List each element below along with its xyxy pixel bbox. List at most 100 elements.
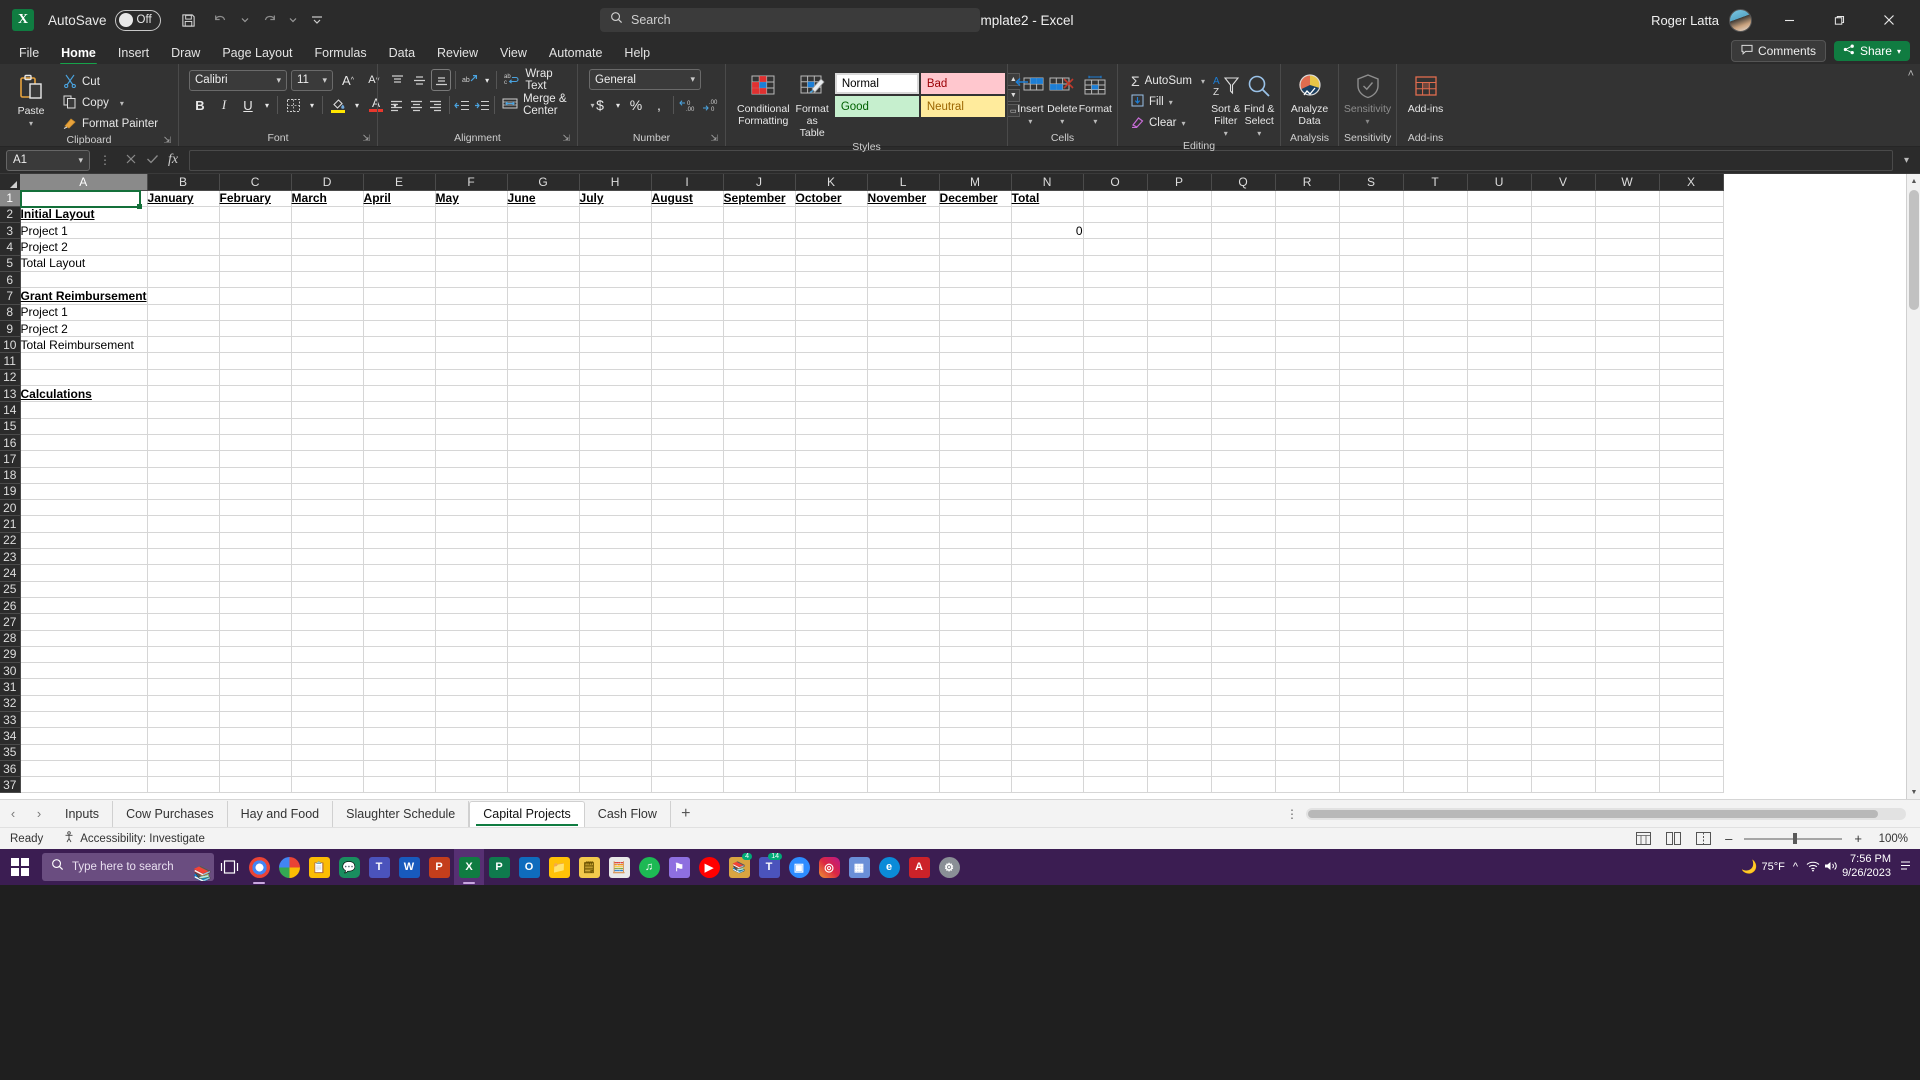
cell-X33[interactable] — [1659, 711, 1724, 729]
cell-N10[interactable] — [1011, 336, 1084, 354]
cell-R32[interactable] — [1275, 695, 1340, 713]
cell-U27[interactable] — [1467, 613, 1532, 631]
cell-Q20[interactable] — [1211, 499, 1276, 517]
cell-D6[interactable] — [291, 271, 364, 289]
cell-C30[interactable] — [219, 662, 292, 680]
cell-J17[interactable] — [723, 450, 796, 468]
cell-H26[interactable] — [579, 597, 652, 615]
cell-O23[interactable] — [1083, 548, 1148, 566]
cell-K9[interactable] — [795, 320, 868, 338]
zoom-level[interactable]: 100% — [1874, 833, 1908, 845]
cell-W10[interactable] — [1595, 336, 1660, 354]
cell-V12[interactable] — [1531, 369, 1596, 387]
cell-N15[interactable] — [1011, 418, 1084, 435]
row-header-25[interactable]: 25 — [0, 581, 21, 598]
cell-T11[interactable] — [1403, 352, 1468, 370]
cell-M10[interactable] — [939, 336, 1012, 354]
redo-dropdown-caret[interactable] — [287, 7, 299, 33]
cell-V35[interactable] — [1531, 744, 1596, 761]
cell-U14[interactable] — [1467, 401, 1532, 419]
tray-chevron-icon[interactable]: ^ — [1789, 861, 1802, 873]
cell-J1[interactable]: September — [723, 190, 796, 207]
cell-P1[interactable] — [1147, 190, 1212, 207]
cell-F1[interactable]: May — [435, 190, 508, 207]
column-header-e[interactable]: E — [363, 174, 436, 191]
cell-B24[interactable] — [147, 564, 220, 582]
cell-style-bad[interactable]: Bad — [920, 73, 1005, 94]
cell-Q7[interactable] — [1211, 287, 1276, 305]
cell-I10[interactable] — [651, 336, 724, 354]
sheet-tab-hay-and-food[interactable]: Hay and Food — [228, 800, 334, 827]
insert-function-icon[interactable]: fx — [168, 152, 178, 168]
cell-style-normal[interactable]: Normal — [834, 73, 919, 94]
cell-A14[interactable] — [20, 401, 148, 419]
row-header-15[interactable]: 15 — [0, 418, 21, 435]
cell-U30[interactable] — [1467, 662, 1532, 680]
cell-T30[interactable] — [1403, 662, 1468, 680]
cell-E18[interactable] — [363, 467, 436, 484]
cell-U1[interactable] — [1467, 190, 1532, 207]
cell-U2[interactable] — [1467, 206, 1532, 224]
cell-M18[interactable] — [939, 467, 1012, 484]
cell-O16[interactable] — [1083, 434, 1148, 452]
cell-W4[interactable] — [1595, 238, 1660, 256]
cell-I32[interactable] — [651, 695, 724, 713]
cell-X16[interactable] — [1659, 434, 1724, 452]
cell-B11[interactable] — [147, 352, 220, 370]
horizontal-scrollbar[interactable] — [1306, 807, 1906, 820]
cell-R17[interactable] — [1275, 450, 1340, 468]
cell-A33[interactable] — [20, 711, 148, 729]
cell-N28[interactable] — [1011, 630, 1084, 647]
flag-app-icon[interactable]: ⚑ — [664, 849, 694, 885]
currency-caret-icon[interactable]: ▾ — [612, 94, 624, 116]
cell-P6[interactable] — [1147, 271, 1212, 289]
cell-T3[interactable] — [1403, 222, 1468, 240]
conditional-formatting-button[interactable]: Conditional Formatting — [737, 69, 790, 129]
cell-G29[interactable] — [507, 646, 580, 664]
grid-app-icon[interactable]: ▦ — [844, 849, 874, 885]
cell-N35[interactable] — [1011, 744, 1084, 761]
cell-A34[interactable] — [20, 727, 148, 745]
spotify-icon[interactable]: ♫ — [634, 849, 664, 885]
cell-H28[interactable] — [579, 630, 652, 647]
cell-U13[interactable] — [1467, 385, 1532, 403]
cell-M33[interactable] — [939, 711, 1012, 729]
cell-J8[interactable] — [723, 304, 796, 321]
cell-P27[interactable] — [1147, 613, 1212, 631]
cell-A9[interactable]: Project 2 — [20, 320, 148, 338]
cell-I6[interactable] — [651, 271, 724, 289]
cell-B21[interactable] — [147, 515, 220, 533]
cell-X19[interactable] — [1659, 483, 1724, 501]
cell-J29[interactable] — [723, 646, 796, 664]
cell-N18[interactable] — [1011, 467, 1084, 484]
cell-D8[interactable] — [291, 304, 364, 321]
name-box-caret-icon[interactable]: ▾ — [78, 155, 83, 166]
cell-O2[interactable] — [1083, 206, 1148, 224]
cell-V14[interactable] — [1531, 401, 1596, 419]
cell-S9[interactable] — [1339, 320, 1404, 338]
cell-A17[interactable] — [20, 450, 148, 468]
cell-F25[interactable] — [435, 581, 508, 598]
cell-L7[interactable] — [867, 287, 940, 305]
row-header-6[interactable]: 6 — [0, 271, 21, 289]
cell-D14[interactable] — [291, 401, 364, 419]
cell-N8[interactable] — [1011, 304, 1084, 321]
cell-J23[interactable] — [723, 548, 796, 566]
cell-C15[interactable] — [219, 418, 292, 435]
cell-G12[interactable] — [507, 369, 580, 387]
column-header-f[interactable]: F — [435, 174, 508, 191]
cell-D9[interactable] — [291, 320, 364, 338]
cell-S34[interactable] — [1339, 727, 1404, 745]
cell-M26[interactable] — [939, 597, 1012, 615]
cell-K18[interactable] — [795, 467, 868, 484]
cell-T20[interactable] — [1403, 499, 1468, 517]
previous-sheet-icon[interactable]: ‹ — [0, 801, 26, 827]
fill-button[interactable]: Fill ▾ — [1128, 92, 1208, 112]
cell-L25[interactable] — [867, 581, 940, 598]
cell-O33[interactable] — [1083, 711, 1148, 729]
cell-Q33[interactable] — [1211, 711, 1276, 729]
cell-T33[interactable] — [1403, 711, 1468, 729]
cell-P20[interactable] — [1147, 499, 1212, 517]
cell-B36[interactable] — [147, 760, 220, 778]
cell-L26[interactable] — [867, 597, 940, 615]
